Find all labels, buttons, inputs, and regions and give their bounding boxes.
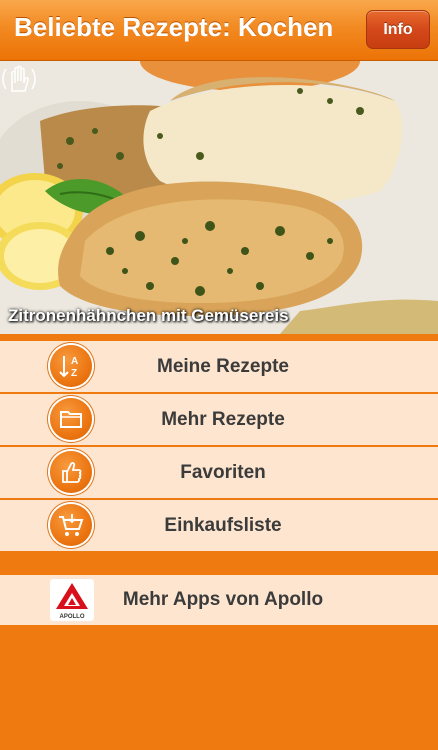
info-button[interactable]: Info [366,10,430,49]
hand-swipe-icon [2,65,36,92]
menu-item-label: Mehr Rezepte [161,408,285,430]
navigation-bar: Beliebte Rezepte: Kochen Info [0,0,438,61]
more-apps-button[interactable]: APOLLO Mehr Apps von Apollo [0,575,438,625]
menu-item-label: Favoriten [180,461,266,483]
main-menu: A Z Meine Rezepte Mehr Rezepte Favoriten [0,341,438,553]
menu-item-einkaufsliste[interactable]: Einkaufsliste [0,500,438,551]
page-title: Beliebte Rezepte: Kochen [14,12,334,42]
recipe-photo[interactable]: Zitronenhähnchen mit Gemüsereis [0,61,438,334]
menu-item-meine-rezepte[interactable]: A Z Meine Rezepte [0,341,438,392]
menu-item-favoriten[interactable]: Favoriten [0,447,438,498]
recipe-caption: Zitronenhähnchen mit Gemüsereis [8,306,289,325]
more-apps-label: Mehr Apps von Apollo [122,589,324,610]
menu-item-label: Meine Rezepte [157,355,289,377]
menu-item-mehr-rezepte[interactable]: Mehr Rezepte [0,394,438,445]
food-image [0,61,438,334]
menu-item-label: Einkaufsliste [164,514,282,536]
svg-text:APOLLO: APOLLO [60,614,85,620]
